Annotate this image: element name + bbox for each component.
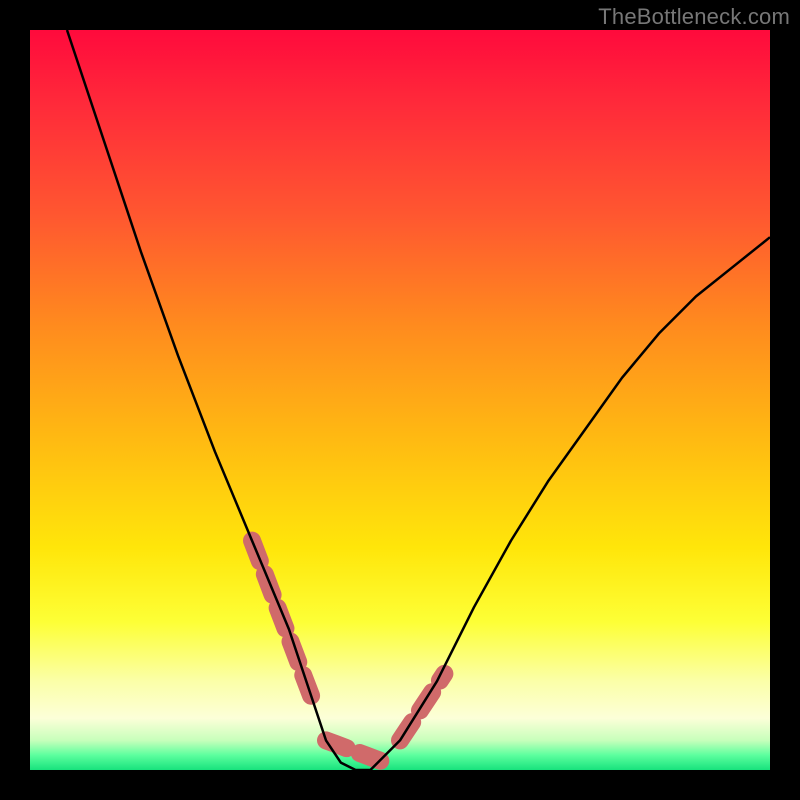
- plot-area: [30, 30, 770, 770]
- watermark-text: TheBottleneck.com: [598, 4, 790, 30]
- curve-svg: [30, 30, 770, 770]
- curve-layer: [67, 30, 770, 770]
- highlight-layer: [252, 541, 444, 763]
- bottleneck-curve: [67, 30, 770, 770]
- chart-frame: TheBottleneck.com: [0, 0, 800, 800]
